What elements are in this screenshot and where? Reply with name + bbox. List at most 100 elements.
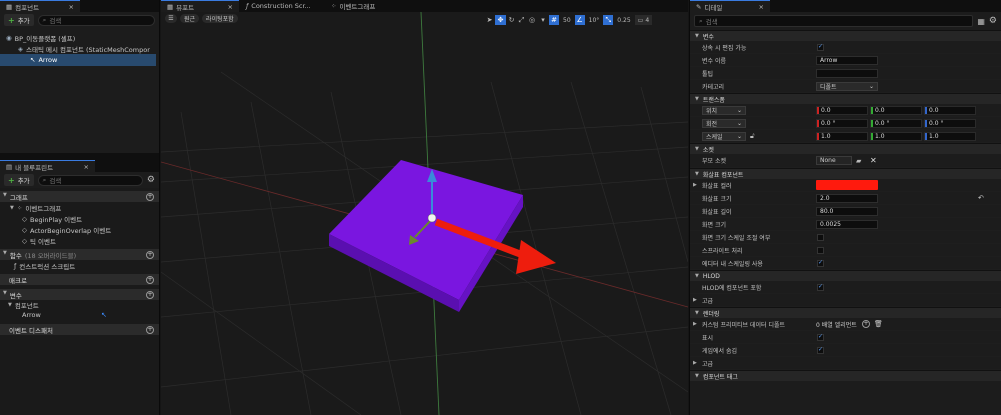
variables-section[interactable]: ▼ 변수 + [0,289,159,300]
functions-section[interactable]: ▼ 함수 (18 오버라이드블) + [0,249,159,260]
category-dropdown[interactable]: 디폴트 ⌄ [816,81,878,91]
folder-icon[interactable]: ▰ [856,157,861,165]
editor-scaling-checkbox[interactable]: ✓ [817,259,824,267]
arrow-variable-item[interactable]: Arrow ↖ [0,310,159,320]
details-search-input[interactable]: ⌕ 검색 [694,15,974,27]
add-blueprint-item-button[interactable]: + 추가 [4,174,34,186]
tab-viewport[interactable]: ▦ 뷰포트 × [161,0,239,12]
expand-icon[interactable]: ▶ [693,182,697,188]
viewport-menu-button[interactable]: ☰ [165,14,177,23]
rotate-snap-icon[interactable]: ∠ [574,15,585,25]
arrow-color-swatch[interactable] [816,180,878,190]
perspective-button[interactable]: 원근 [180,14,200,23]
functions-count[interactable]: (18 오버라이드블) [25,250,76,260]
scale-snap-icon[interactable]: ⤡ [603,15,614,25]
lighting-mode-button[interactable]: 라이팅포함 [202,14,238,23]
gizmo-center[interactable] [427,213,437,223]
add-macro-icon[interactable]: + [146,275,154,284]
event-item[interactable]: ◇ ActorBeginOverlap 이벤트 [0,224,159,235]
tree-item-self[interactable]: ◉ BP_이동플랫폼 (셀프) [0,32,159,43]
add-dispatcher-icon[interactable]: + [146,325,154,334]
translate-tool-icon[interactable]: ✥ [495,15,506,25]
scale-z-input[interactable]: 1.0 [924,131,976,141]
parent-socket-field[interactable]: None [816,156,852,165]
visible-checkbox[interactable]: ✓ [817,333,824,341]
select-mode-icon[interactable]: ➤ [485,15,494,25]
tab-details[interactable]: ✎ 디테일 × [690,0,770,12]
world-local-icon[interactable]: ◎ [527,15,537,25]
instance-editable-checkbox[interactable]: ✓ [817,43,824,51]
dispatchers-section[interactable]: 이벤트 디스패처 + [0,324,159,335]
variable-section[interactable]: ▼ 변수 [690,30,1001,41]
hlod-include-checkbox[interactable]: ✓ [817,283,824,291]
tab-components[interactable]: ▦ 컴포넌트 × [0,0,80,12]
tooltip-input[interactable] [816,68,878,78]
components-search-input[interactable]: ⌕ 검색 [37,14,155,26]
add-graph-icon[interactable]: + [146,192,154,201]
rotate-snap-value[interactable]: 10° [586,15,603,25]
table-view-icon[interactable]: ▦ [977,17,985,26]
screen-size-input[interactable]: 0.0025 [816,219,878,229]
arrow-component-section[interactable]: ▼ 화살표 컴포넌트 [690,168,1001,179]
arrow-length-input[interactable]: 80.0 [816,206,878,216]
gear-icon[interactable]: ⚙ [989,16,997,26]
tags-section-partial[interactable]: ▼ 컴포넌트 태그 [690,370,1001,381]
screen-size-scale-checkbox[interactable] [817,233,824,241]
location-x-input[interactable]: 0.0 [816,105,868,115]
blueprint-search-input[interactable]: ⌕ 검색 [37,174,143,186]
close-icon[interactable]: × [84,163,89,171]
location-dropdown[interactable]: 위치 ⌄ [702,105,746,115]
close-icon[interactable]: × [759,3,764,11]
sprite-checkbox[interactable] [817,246,824,254]
grid-snap-value[interactable]: 50 [560,15,574,25]
scale-y-input[interactable]: 1.0 [870,131,922,141]
variable-name-input[interactable]: Arrow [816,55,878,65]
tree-item-static-mesh[interactable]: ◈ 스태틱 메시 컴포넌트 (StaticMeshCompor [0,43,159,54]
scale-tool-icon[interactable]: ⤢ [517,15,526,25]
scale-snap-value[interactable]: 0.25 [614,15,633,25]
arrow-size-input[interactable]: 2.0 [816,193,878,203]
rotate-tool-icon[interactable]: ↻ [507,15,516,25]
location-z-input[interactable]: 0.0 [924,105,976,115]
close-icon[interactable]: × [69,3,74,11]
hlod-advanced-row[interactable]: ▶ 고급 [690,294,1001,307]
event-item[interactable]: ◇ BeginPlay 이벤트 [0,213,159,224]
clear-icon[interactable]: ✕ [870,156,877,165]
tab-my-blueprint[interactable]: ▤ 내 블루프린트 × [0,160,95,172]
trash-icon[interactable]: 🗑︎ [874,320,883,328]
rotation-x-input[interactable]: 0.0 ° [816,118,868,128]
reset-icon[interactable]: ↶ [978,194,984,202]
rotation-dropdown[interactable]: 회전 ⌄ [702,118,746,128]
gear-icon[interactable]: ⚙ [147,175,155,185]
expand-icon[interactable]: ▶ [693,321,697,327]
tree-item-arrow[interactable]: ↖ Arrow [0,54,156,66]
add-function-icon[interactable]: + [146,250,154,259]
add-element-icon[interactable]: + [862,320,870,328]
rendering-section[interactable]: ▼ 렌더링 [690,307,1001,318]
rotation-y-input[interactable]: 0.0 ° [870,118,922,128]
construction-script-item[interactable]: ƒ 컨스트럭션 스크립트 [0,260,159,272]
location-y-input[interactable]: 0.0 [870,105,922,115]
transform-section[interactable]: ▼ 트랜스폼 [690,93,1001,104]
tab-construction-script[interactable]: ƒ Construction Scr... [240,0,324,12]
add-component-button[interactable]: + 추가 [4,14,34,26]
tab-event-graph[interactable]: ⁘ 이벤트그래프 [325,0,415,12]
close-icon[interactable]: × [228,3,233,11]
sockets-section[interactable]: ▼ 소켓 [690,143,1001,154]
add-variable-icon[interactable]: + [146,290,154,299]
rotation-z-input[interactable]: 0.0 ° [924,118,976,128]
lock-icon[interactable]: 🔓︎ [750,132,755,141]
scale-x-input[interactable]: 1.0 [816,131,868,141]
hlod-section[interactable]: ▼ HLOD [690,270,1001,281]
event-graph-item[interactable]: ▼ ⁘ 이벤트그래프 [0,202,159,213]
grid-snap-icon[interactable]: # [549,15,559,25]
event-item[interactable]: ◇ 틱 이벤트 [0,235,159,246]
surface-snap-icon[interactable]: ▾ [538,15,548,25]
hidden-in-game-checkbox[interactable]: ✓ [817,346,824,354]
graph-section[interactable]: ▼ 그래프 + [0,191,159,202]
macros-section[interactable]: 매크로 + [0,274,159,285]
rendering-advanced-row[interactable]: ▶ 고급 [690,357,1001,370]
camera-speed-button[interactable]: ▭ 4 [634,15,653,25]
viewport-3d[interactable]: ☰ 원근 라이팅포함 ➤ ✥ ↻ ⤢ ◎ ▾ # 50 ∠ 10° ⤡ 0.25… [161,12,688,415]
components-variable-group[interactable]: ▼ 컴포넌트 [0,300,159,310]
